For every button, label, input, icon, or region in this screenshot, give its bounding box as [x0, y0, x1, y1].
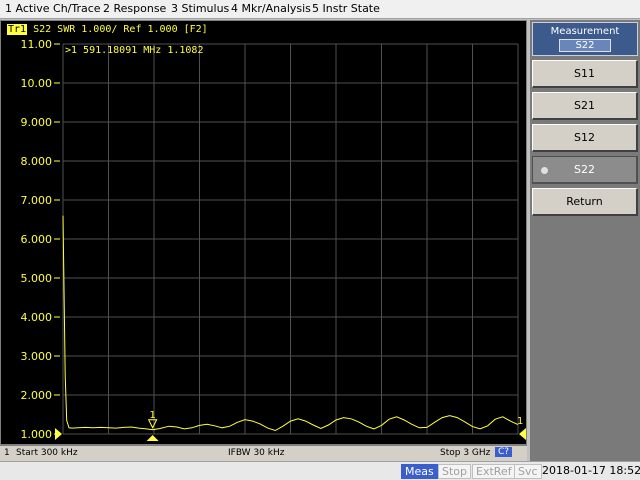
y-tick-label: 5.000 — [21, 272, 53, 285]
marker-readout: >1 591.18091 MHz 1.1082 — [65, 45, 204, 56]
reference-arrow-right[interactable] — [519, 428, 526, 440]
softkey-s11[interactable]: S11 — [532, 60, 638, 88]
marker-1-label: 1 — [149, 410, 155, 421]
menu-bar: 1 Active Ch/Trace 2 Response 3 Stimulus … — [0, 0, 640, 19]
ifbw-setting[interactable]: IFBW 30 kHz — [228, 448, 284, 458]
channel-status-line: 1 Start 300 kHz IFBW 30 kHz Stop 3 GHz C… — [0, 445, 527, 461]
calibration-status: C? — [495, 447, 513, 457]
trace-chart: 11.00 10.00 9.000 8.000 7.000 6.000 5.000 4.000… — [21, 38, 526, 441]
channel-number: 1 — [4, 448, 10, 458]
menu-mkr-analysis[interactable]: 4 Mkr/Analysis — [228, 1, 314, 16]
softkey-label: S21 — [574, 99, 595, 112]
trace-header-text: S22 SWR 1.000/ Ref 1.000 [F2] — [33, 24, 208, 35]
y-tick-label: 9.000 — [21, 116, 53, 129]
y-tick-label: 2.000 — [21, 389, 53, 402]
date-time: 2018-01-17 18:52 — [542, 464, 640, 477]
menu-instr-state[interactable]: 5 Instr State — [309, 1, 383, 16]
trace-end-label: 1 — [517, 416, 523, 427]
stop-indicator: Stop — [438, 464, 472, 479]
y-tick-label: 1.000 — [21, 428, 53, 441]
softkey-panel: Measurement S22 S11 S21 S12 S22 Return — [530, 20, 640, 461]
reference-arrow-left[interactable] — [55, 428, 62, 440]
extref-indicator: ExtRef — [472, 464, 516, 479]
chart-grid — [62, 43, 519, 435]
y-axis-ticks: 11.00 10.00 9.000 8.000 7.000 6.000 5.000 4.000… — [21, 38, 60, 441]
meas-indicator: Meas — [401, 464, 438, 479]
y-tick-label: 4.000 — [21, 311, 53, 324]
trace-header[interactable]: Tr1 S22 SWR 1.000/ Ref 1.000 [F2] — [7, 24, 208, 35]
current-measurement-value: S22 — [559, 39, 611, 52]
stop-frequency[interactable]: Stop 3 GHz — [440, 448, 490, 458]
system-status-bar: Meas Stop ExtRef Svc 2018-01-17 18:52 — [0, 461, 640, 480]
trace-badge[interactable]: Tr1 — [7, 24, 28, 35]
y-tick-label: 10.00 — [21, 77, 53, 90]
radio-selected-icon — [541, 167, 548, 174]
softkey-label: Return — [566, 195, 603, 208]
marker-1-triangle[interactable] — [147, 419, 158, 429]
marker-stimulus-triangle[interactable] — [146, 435, 159, 441]
menu-active-ch-trace[interactable]: 1 Active Ch/Trace — [2, 1, 104, 16]
y-tick-label: 6.000 — [21, 233, 53, 246]
softkey-label: S12 — [574, 131, 595, 144]
softkey-label: S11 — [574, 67, 595, 80]
softkey-s21[interactable]: S21 — [532, 92, 638, 120]
y-tick-label: 3.000 — [21, 350, 53, 363]
softkey-s12[interactable]: S12 — [532, 124, 638, 152]
menu-stimulus[interactable]: 3 Stimulus — [168, 1, 232, 16]
trace-window[interactable]: 11.00 10.00 9.000 8.000 7.000 6.000 5.000 4.000… — [0, 20, 527, 445]
svc-indicator: Svc — [514, 464, 542, 479]
y-tick-label: 11.00 — [21, 38, 53, 51]
menu-response[interactable]: 2 Response — [100, 1, 169, 16]
softkey-menu-title: Measurement S22 — [532, 22, 638, 56]
softkey-return[interactable]: Return — [532, 188, 638, 216]
softkey-s22[interactable]: S22 — [532, 156, 638, 184]
y-tick-label: 8.000 — [21, 155, 53, 168]
softkey-label: S22 — [574, 163, 595, 176]
softkey-title-text: Measurement — [550, 26, 620, 37]
start-frequency[interactable]: Start 300 kHz — [16, 448, 78, 458]
y-tick-label: 7.000 — [21, 194, 53, 207]
